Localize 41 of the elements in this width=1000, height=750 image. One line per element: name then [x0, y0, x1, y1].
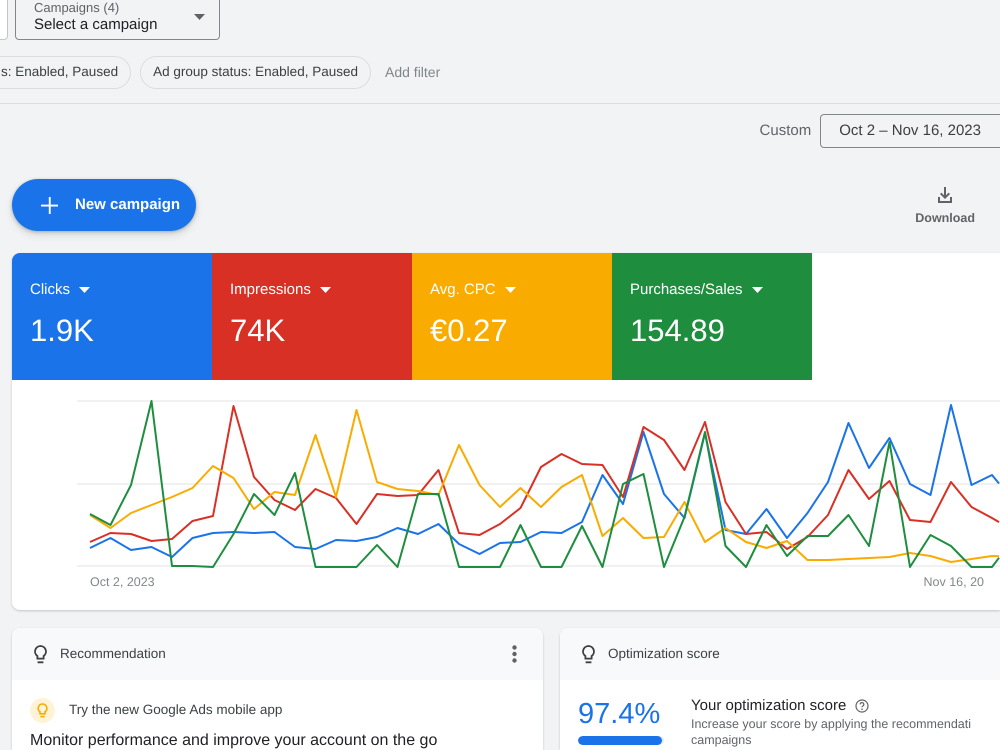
score-heading: Your optimization score: [691, 696, 846, 716]
score-value: 97.4%: [578, 697, 662, 732]
lightbulb-icon: [582, 644, 595, 664]
metric-value: 154.89: [630, 313, 726, 349]
recommendation-title: Try the new Google Ads mobile app: [69, 701, 282, 720]
download-icon: [936, 186, 954, 204]
caret-icon: [504, 287, 516, 293]
select-field[interactable]: [0, 0, 8, 40]
plus-icon: [41, 196, 58, 214]
date-range-field[interactable]: Oct 2 – Nov 16, 2023: [820, 114, 1000, 148]
add-filter-link[interactable]: Add filter: [385, 62, 440, 83]
metric-value: 74K: [230, 313, 286, 349]
metric-tile[interactable]: Clicks 1.9K: [12, 253, 212, 380]
recommendation-text: Monitor performance and improve your account on the go: [29, 731, 438, 750]
metric-dropdown[interactable]: Impressions: [230, 280, 331, 300]
axis-date-label: Oct 2, 2023: [90, 575, 155, 591]
caret-icon: [79, 287, 90, 293]
caret-icon: [752, 287, 763, 293]
lightbulb-icon: [30, 698, 55, 723]
date-range-label: Custom: [760, 120, 812, 141]
campaign-select[interactable]: Campaigns (4) Select a campaign: [15, 0, 220, 40]
metric-tile[interactable]: Purchases/Sales 154.89: [612, 253, 812, 380]
card-title: Recommendation: [60, 644, 166, 663]
new-campaign-button[interactable]: New campaign: [12, 179, 196, 231]
metric-dropdown[interactable]: Purchases/Sales: [630, 280, 763, 300]
score-description: campaigns: [691, 732, 752, 748]
metric-value: €0.27: [430, 313, 509, 349]
card-title: Optimization score: [608, 644, 720, 663]
help-icon[interactable]: [855, 699, 870, 713]
more-options-icon[interactable]: [512, 645, 517, 663]
axis-date-label: Nov 16, 20: [924, 575, 984, 591]
metric-dropdown[interactable]: Clicks: [30, 280, 90, 300]
caret-icon: [194, 14, 205, 20]
metric-value: 1.9K: [30, 313, 95, 349]
lightbulb-icon: [34, 644, 47, 664]
caret-icon: [320, 287, 331, 293]
download-button[interactable]: Download: [915, 179, 975, 228]
filter-chip[interactable]: Ad group status: Enabled, Paused: [140, 56, 371, 89]
filter-chip[interactable]: s: Enabled, Paused: [0, 56, 132, 89]
metric-tile[interactable]: Impressions 74K: [212, 253, 412, 380]
score-description: Increase your score by applying the recommendati: [691, 716, 972, 732]
